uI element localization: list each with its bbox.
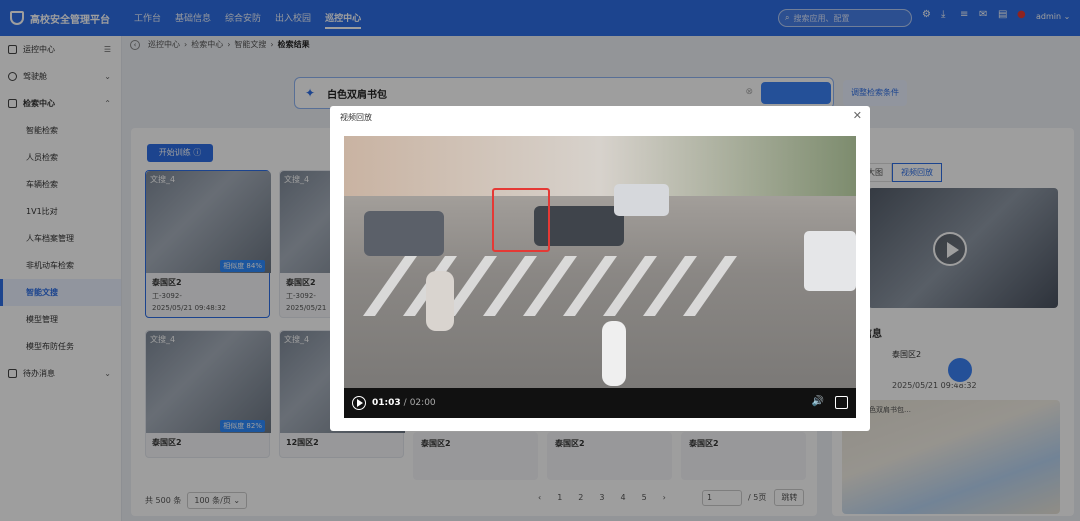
video-playback-modal: 视频回放 ✕ 01:03 / 02:00 🔊: [330, 106, 870, 431]
person-shape: [602, 321, 626, 386]
fullscreen-icon[interactable]: [835, 396, 848, 409]
car-shape: [614, 184, 669, 216]
volume-icon[interactable]: 🔊: [812, 396, 824, 407]
car-shape: [364, 211, 444, 256]
play-icon[interactable]: [352, 396, 366, 410]
close-icon[interactable]: ✕: [853, 109, 862, 122]
total-time: 02:00: [409, 398, 436, 408]
crosswalk: [344, 256, 856, 316]
modal-title: 视频回放: [340, 113, 372, 122]
total-time-sep: /: [403, 398, 407, 408]
current-time: 01:03: [372, 398, 401, 408]
video-controls: 01:03 / 02:00 🔊: [344, 388, 856, 418]
video-frame: [344, 136, 856, 388]
street-buildings: [344, 136, 856, 196]
video-player[interactable]: 01:03 / 02:00 🔊: [344, 136, 856, 418]
detection-box[interactable]: [492, 188, 550, 252]
person-shape: [426, 271, 454, 331]
